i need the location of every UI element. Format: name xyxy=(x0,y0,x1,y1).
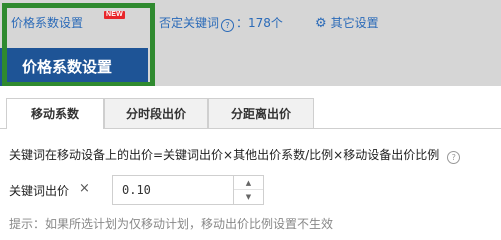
tab-other-settings-label: 其它设置 xyxy=(330,16,379,30)
new-badge: NEW xyxy=(104,11,125,19)
help-icon[interactable]: ? xyxy=(447,151,461,164)
tab-time-period-bid[interactable]: 分时段出价 xyxy=(104,98,208,128)
tab-distance-bid-label: 分距离出价 xyxy=(230,107,291,121)
stepper-buttons: ▲ ▼ xyxy=(233,176,263,204)
keyword-bid-label: 关键词出价 xyxy=(9,184,70,198)
tab-negative-keywords[interactable]: 否定关键词? ：178个 xyxy=(159,0,283,48)
formula-text: 关键词在移动设备上的出价=关键词出价×其他出价系数/比例×移动设备出价比例? xyxy=(9,146,461,164)
question-icon[interactable]: ? xyxy=(221,19,235,32)
tab-price-coefficient[interactable]: 价格系数设置 xyxy=(11,0,83,48)
triangle-up-icon[interactable]: ▲ xyxy=(234,176,263,190)
multiply-icon: × xyxy=(79,181,90,196)
panel-title: 价格系数设置 xyxy=(22,58,113,76)
hint-text: 提示：如果所选计划为仅移动计划，移动出价比例设置不生效 xyxy=(9,217,334,231)
tab-negative-keywords-label: 否定关键词 xyxy=(159,16,220,30)
negative-keywords-count: ：178个 xyxy=(236,16,283,30)
tab-other-settings[interactable]: ⚙ 其它设置 xyxy=(315,0,379,48)
top-nav: 价格系数设置 NEW 否定关键词? ：178个 ⚙ 其它设置 xyxy=(0,0,501,48)
tab-mobile-coefficient-label: 移动系数 xyxy=(30,107,79,121)
ratio-input[interactable] xyxy=(113,176,240,204)
tab-time-period-bid-label: 分时段出价 xyxy=(125,107,186,121)
tab-mobile-coefficient[interactable]: 移动系数 xyxy=(6,98,104,129)
ratio-stepper[interactable]: ▲ ▼ xyxy=(112,175,264,205)
formula-label: 关键词在移动设备上的出价=关键词出价×其他出价系数/比例×移动设备出价比例 xyxy=(9,148,440,162)
sub-tabs: 移动系数 分时段出价 分距离出价 xyxy=(0,98,501,129)
panel-header: 价格系数设置 xyxy=(0,48,501,86)
tab-price-coefficient-label: 价格系数设置 xyxy=(11,16,84,30)
gear-icon: ⚙ xyxy=(315,16,327,31)
triangle-down-icon[interactable]: ▼ xyxy=(234,190,263,204)
tab-distance-bid[interactable]: 分距离出价 xyxy=(208,98,314,128)
